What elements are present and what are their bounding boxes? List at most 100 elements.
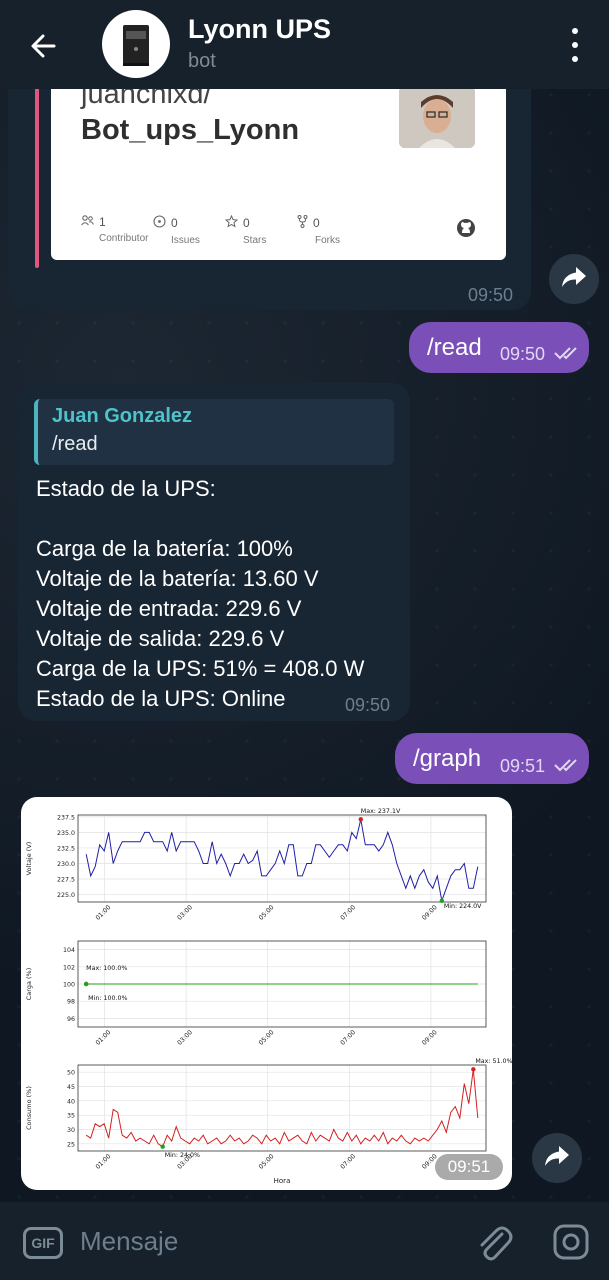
x-tick-label: 07:00 xyxy=(339,904,357,922)
message-time: 09:50 xyxy=(345,695,391,715)
chat-subtitle: bot xyxy=(188,50,216,72)
double-check-icon xyxy=(554,346,582,365)
outgoing-message-graph[interactable]: /graph 09:51 xyxy=(395,733,589,784)
x-tick-label: 01:00 xyxy=(95,904,113,922)
status-line: Estado de la UPS: xyxy=(36,476,216,501)
y-tick-label: 232.5 xyxy=(57,845,75,852)
y-tick-label: 40 xyxy=(67,1098,75,1105)
message-time: 09:50 xyxy=(500,344,546,364)
min-label: Min: 224.0V xyxy=(444,903,482,910)
message-input[interactable]: Mensaje xyxy=(80,1226,178,1257)
x-tick-label: 05:00 xyxy=(258,904,276,922)
outgoing-message-read[interactable]: /read 09:50 xyxy=(409,322,589,373)
image-time: 09:51 xyxy=(435,1154,503,1180)
x-tick-label: 05:00 xyxy=(258,1153,276,1171)
forward-icon xyxy=(561,266,587,293)
status-line: Voltaje de la batería: 13.60 V xyxy=(36,566,319,591)
paperclip-icon xyxy=(474,1226,514,1268)
double-check-icon xyxy=(554,758,582,777)
message-text: /graph xyxy=(413,745,482,772)
reply-text: /read xyxy=(52,433,98,455)
stat-contributors: 1 Contributor xyxy=(81,215,153,246)
x-tick-label: 09:00 xyxy=(421,904,439,922)
status-text: Estado de la UPS: Carga de la batería: 1… xyxy=(36,474,364,714)
status-line xyxy=(36,504,364,534)
y-tick-label: 30 xyxy=(67,1127,75,1134)
bot-avatar[interactable] xyxy=(102,10,170,78)
forward-button[interactable] xyxy=(532,1133,582,1183)
ups-charts: 225.0 227.5 230.0 232.5 235.0 237.5 01:00 03:00… xyxy=(25,808,512,1185)
series-line xyxy=(85,1069,479,1148)
y-axis-label: Carga (%) xyxy=(25,968,33,1001)
repo-name: Bot_ups_Lyonn xyxy=(81,114,300,146)
x-tick-label: 07:00 xyxy=(339,1153,357,1171)
max-marker xyxy=(471,1067,476,1072)
graph-image[interactable]: 225.0 227.5 230.0 232.5 235.0 237.5 01:00 03:00… xyxy=(21,797,512,1190)
chat-header: Lyonn UPS bot xyxy=(0,0,609,89)
status-line: Voltaje de entrada: 229.6 V xyxy=(36,596,302,621)
y-tick-label: 45 xyxy=(67,1084,75,1091)
y-tick-label: 104 xyxy=(63,947,75,954)
back-arrow-icon xyxy=(24,34,64,70)
x-tick-label: 03:00 xyxy=(176,1029,194,1047)
stat-issues: 0 Issues xyxy=(153,215,225,246)
y-tick-label: 98 xyxy=(67,999,75,1006)
star-icon xyxy=(224,214,239,231)
y-axis-label: Voltaje (V) xyxy=(25,842,33,876)
github-preview-card[interactable]: juanchixd/ Bot_ups_Lyonn 1 Contributor 0… xyxy=(51,60,506,260)
max-label: Max: 237.1V xyxy=(361,808,401,815)
forward-icon xyxy=(544,1145,570,1172)
attach-button[interactable] xyxy=(474,1220,514,1269)
y-tick-label: 235.0 xyxy=(57,830,75,837)
y-axis-label: Consumo (%) xyxy=(25,1086,33,1130)
camera-icon xyxy=(551,1224,591,1268)
max-label: Max: 100.0% xyxy=(86,965,127,972)
status-line: Voltaje de salida: 229.6 V xyxy=(36,626,285,651)
min-marker xyxy=(160,1144,165,1149)
x-tick-label: 05:00 xyxy=(258,1029,276,1047)
status-line: Carga de la UPS: 51% = 408.0 W xyxy=(36,656,365,681)
more-options-button[interactable] xyxy=(565,28,585,62)
message-text: /read xyxy=(427,334,482,361)
people-icon xyxy=(81,215,94,229)
x-tick-label: 09:00 xyxy=(421,1029,439,1047)
status-line: Estado de la UPS: Online xyxy=(36,686,286,711)
x-tick-label: 01:00 xyxy=(95,1153,113,1171)
y-tick-label: 230.0 xyxy=(57,861,75,868)
forward-button[interactable] xyxy=(549,254,599,304)
y-tick-label: 50 xyxy=(67,1070,75,1077)
x-axis-label: Hora xyxy=(274,1177,291,1185)
reply-author: Juan Gonzalez xyxy=(52,405,193,427)
status-line: Carga de la batería: 100% xyxy=(36,536,293,561)
x-tick-label: 07:00 xyxy=(339,1029,357,1047)
owner-avatar xyxy=(399,86,475,148)
min-label: Min: 100.0% xyxy=(88,995,127,1002)
reply-quote[interactable]: Juan Gonzalez /read xyxy=(34,399,394,465)
github-logo-icon xyxy=(456,218,476,243)
x-tick-label: 01:00 xyxy=(95,1029,113,1047)
series-line xyxy=(85,819,479,903)
preview-accent-bar xyxy=(35,60,39,268)
camera-button[interactable] xyxy=(551,1220,591,1269)
dot xyxy=(572,42,578,48)
dot xyxy=(572,28,578,34)
y-tick-label: 25 xyxy=(67,1141,75,1148)
y-tick-label: 102 xyxy=(63,964,75,971)
max-marker xyxy=(358,817,363,822)
gif-button[interactable]: GIF xyxy=(23,1227,63,1259)
fork-icon xyxy=(297,215,308,231)
y-tick-label: 227.5 xyxy=(57,877,75,884)
chat-title[interactable]: Lyonn UPS xyxy=(188,14,331,45)
max-label: Max: 51.0% xyxy=(475,1058,512,1065)
x-tick-label: 03:00 xyxy=(176,904,194,922)
min-marker xyxy=(83,981,89,987)
y-tick-label: 100 xyxy=(63,982,75,989)
dot xyxy=(572,56,578,62)
y-tick-label: 35 xyxy=(67,1113,75,1120)
y-tick-label: 237.5 xyxy=(57,814,75,821)
issue-icon xyxy=(153,215,166,231)
y-tick-label: 225.0 xyxy=(57,892,75,899)
back-button[interactable] xyxy=(24,26,64,66)
message-time: 09:50 xyxy=(468,285,514,305)
y-tick-label: 96 xyxy=(67,1016,75,1023)
